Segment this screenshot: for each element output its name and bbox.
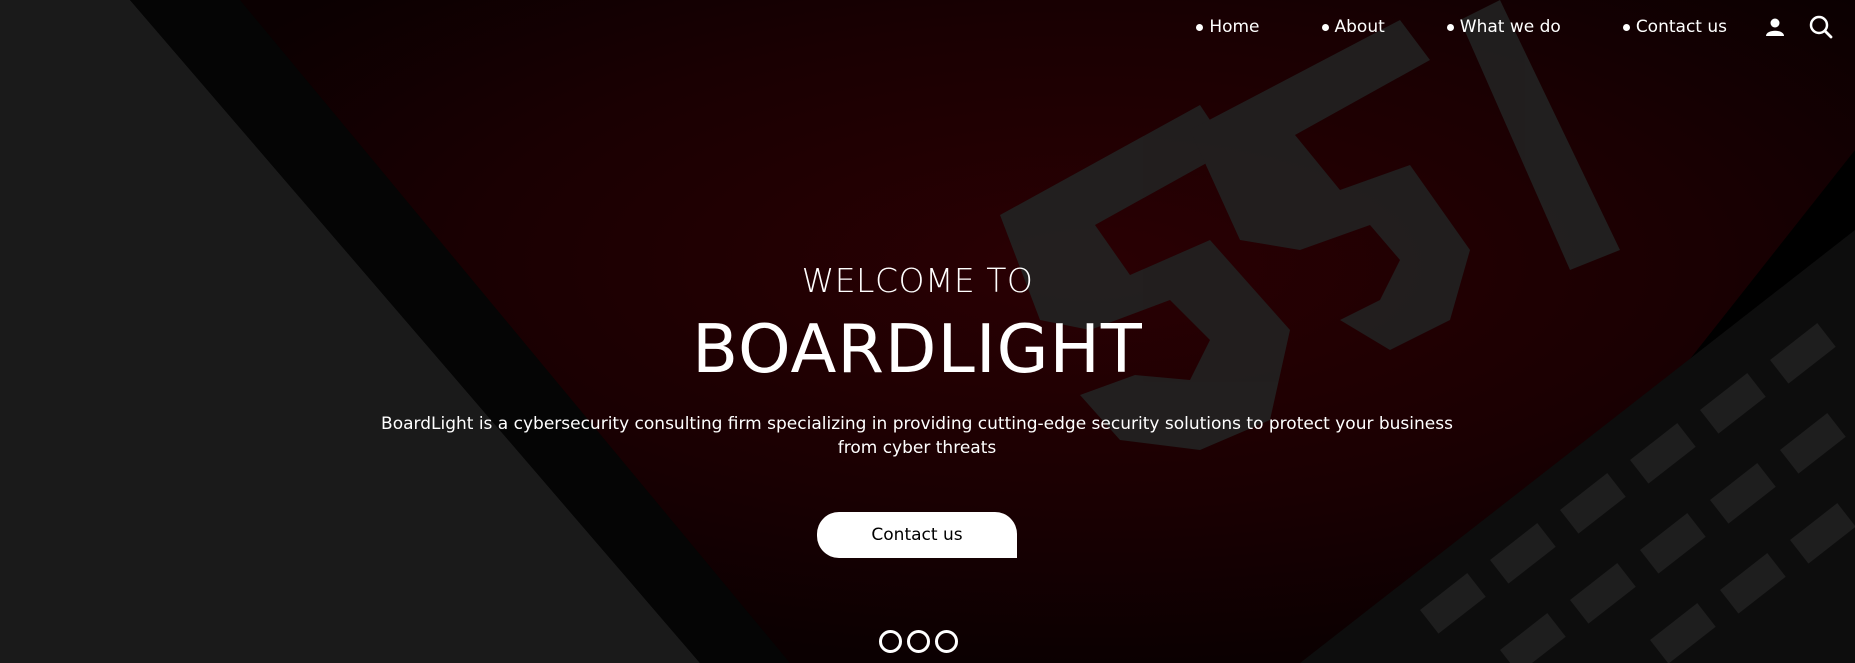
carousel-indicators — [879, 630, 963, 653]
carousel-indicator-1[interactable] — [879, 630, 902, 653]
nav-item-label: What we do — [1459, 17, 1561, 37]
carousel-indicator-2[interactable] — [907, 630, 930, 653]
nav-bullet — [1622, 23, 1630, 31]
main-nav: Home About What we do Contact us — [1196, 0, 1855, 54]
hero-welcome-text: WELCOME TO — [801, 261, 1034, 300]
nav-bullet — [1196, 23, 1204, 31]
hero-brand-title: BOARDLIGHT — [692, 310, 1143, 388]
nav-item-label: About — [1334, 17, 1385, 37]
nav-item-home[interactable]: Home — [1196, 17, 1260, 37]
nav-item-about[interactable]: About — [1321, 17, 1385, 37]
nav-icons — [1763, 15, 1833, 39]
hero-section: Home About What we do Contact us WELCOME… — [0, 0, 1855, 663]
nav-item-label: Contact us — [1635, 17, 1727, 37]
nav-item-label: Home — [1209, 17, 1260, 37]
hero-description: BoardLight is a cybersecurity consulting… — [381, 414, 1453, 458]
contact-us-button[interactable]: Contact us — [817, 512, 1017, 558]
nav-item-what-we-do[interactable]: What we do — [1446, 17, 1561, 37]
nav-bullet — [1321, 23, 1329, 31]
nav-item-contact-us[interactable]: Contact us — [1622, 17, 1727, 37]
user-icon[interactable] — [1763, 15, 1787, 39]
carousel-indicator-3[interactable] — [935, 630, 958, 653]
search-icon[interactable] — [1809, 15, 1833, 39]
nav-bullet — [1446, 23, 1454, 31]
